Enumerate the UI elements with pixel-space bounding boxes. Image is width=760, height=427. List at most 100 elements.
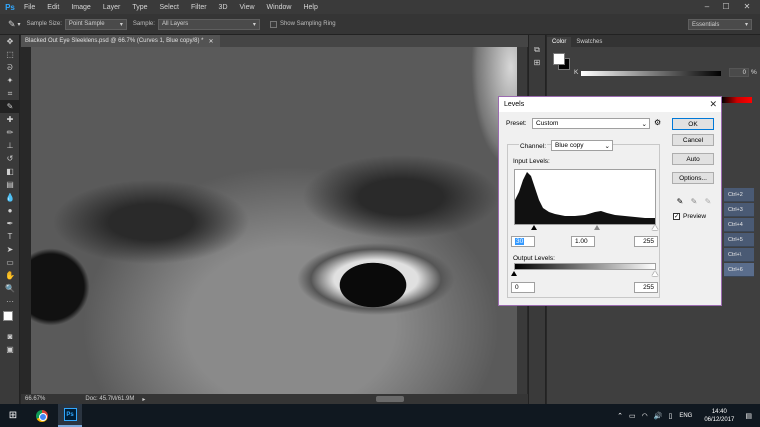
menu-filter[interactable]: Filter xyxy=(185,4,213,11)
channel-select[interactable]: Blue copy ⌄ xyxy=(551,140,613,151)
color-ramp[interactable] xyxy=(722,97,752,103)
eyedropper-tool-icon[interactable]: ✎ xyxy=(0,100,20,113)
menu-edit[interactable]: Edit xyxy=(41,4,65,11)
marquee-tool-icon[interactable]: ⬚ xyxy=(0,48,20,61)
maximize-icon[interactable]: ☐ xyxy=(719,1,733,12)
quick-mask-icon[interactable]: ◙ xyxy=(0,330,20,343)
hand-tool-icon[interactable]: ✋ xyxy=(0,269,20,282)
sample-size-value: Point Sample xyxy=(68,21,105,27)
minimize-icon[interactable]: – xyxy=(700,1,714,12)
healing-brush-tool-icon[interactable]: ✚ xyxy=(0,113,20,126)
channel-shortcut[interactable]: Ctrl+6 xyxy=(724,263,754,277)
dodge-tool-icon[interactable]: ● xyxy=(0,204,20,217)
menu-image[interactable]: Image xyxy=(65,4,96,11)
shape-tool-icon[interactable]: ▭ xyxy=(0,256,20,269)
cancel-button[interactable]: Cancel xyxy=(672,134,714,146)
path-select-tool-icon[interactable]: ➤ xyxy=(0,243,20,256)
language-indicator[interactable]: ENG xyxy=(679,413,692,419)
output-black-field[interactable]: 0 xyxy=(511,282,535,293)
menu-layer[interactable]: Layer xyxy=(97,4,127,11)
type-tool-icon[interactable]: T xyxy=(0,230,20,243)
menu-file[interactable]: File xyxy=(18,4,41,11)
close-tab-icon[interactable]: ✕ xyxy=(209,38,214,45)
battery-icon[interactable]: ▯ xyxy=(668,412,672,420)
show-sampling-ring-checkbox[interactable] xyxy=(269,20,277,28)
channel-shortcut[interactable]: Ctrl+3 xyxy=(724,203,754,217)
lasso-tool-icon[interactable]: ᘐ xyxy=(0,61,20,74)
ok-button[interactable]: OK xyxy=(672,118,714,130)
input-gamma-slider[interactable] xyxy=(594,225,600,230)
clock[interactable]: 14:40 06/12/2017 xyxy=(704,408,734,424)
preview-checkbox[interactable]: ✓ xyxy=(673,213,680,220)
input-white-slider[interactable] xyxy=(652,225,658,230)
clone-stamp-tool-icon[interactable]: ⊥ xyxy=(0,139,20,152)
zoom-tool-icon[interactable]: 🔍 xyxy=(0,282,20,295)
preset-options-gear-icon[interactable]: ⚙ xyxy=(654,118,661,127)
output-white-slider[interactable] xyxy=(652,271,658,276)
menu-3d[interactable]: 3D xyxy=(213,4,234,11)
photoshop-taskbar-button[interactable]: Ps xyxy=(58,404,82,427)
input-black-field[interactable]: 30 xyxy=(511,236,535,247)
eyedropper-icon[interactable]: ✎ xyxy=(8,19,16,30)
eraser-tool-icon[interactable]: ◧ xyxy=(0,165,20,178)
auto-button[interactable]: Auto xyxy=(672,153,714,165)
preset-select[interactable]: Custom ⌄ xyxy=(532,118,650,129)
k-slider[interactable] xyxy=(581,71,721,76)
more-tools-icon[interactable]: ··· xyxy=(0,295,20,308)
white-point-eyedropper-icon[interactable]: ✎ xyxy=(703,196,713,206)
k-value[interactable]: 0 xyxy=(729,68,749,77)
volume-icon[interactable]: 🔊 xyxy=(654,412,663,420)
panel-foreground-swatch[interactable] xyxy=(553,53,565,65)
sample-size-select[interactable]: Point Sample ▾ xyxy=(64,18,127,30)
history-brush-tool-icon[interactable]: ↺ xyxy=(0,152,20,165)
gray-point-eyedropper-icon[interactable]: ✎ xyxy=(689,196,699,206)
wifi-icon[interactable]: ◠ xyxy=(642,412,648,420)
history-icon[interactable]: ⧉ xyxy=(529,43,545,56)
sample-select[interactable]: All Layers ▾ xyxy=(157,18,260,30)
horizontal-scrollbar-thumb[interactable] xyxy=(376,396,404,402)
chevron-down-icon: ▾ xyxy=(744,22,748,28)
dialog-close-icon[interactable]: ✕ xyxy=(709,99,717,110)
blur-tool-icon[interactable]: 💧 xyxy=(0,191,20,204)
tray-chevron-icon[interactable]: ⌃ xyxy=(617,412,623,420)
foreground-color-swatch[interactable] xyxy=(3,311,13,321)
gradient-tool-icon[interactable]: ▤ xyxy=(0,178,20,191)
black-point-eyedropper-icon[interactable]: ✎ xyxy=(675,196,685,206)
channel-shortcut[interactable]: Ctrl+4 xyxy=(724,218,754,232)
input-white-field[interactable]: 255 xyxy=(634,236,658,247)
output-black-slider[interactable] xyxy=(511,271,517,276)
move-tool-icon[interactable]: ✥ xyxy=(0,35,20,48)
document-tab[interactable]: Blacked Out Eye Sleeklens.psd @ 66.7% (C… xyxy=(21,35,220,47)
quick-select-tool-icon[interactable]: ✦ xyxy=(0,74,20,87)
crop-tool-icon[interactable]: ⌗ xyxy=(0,87,20,100)
windows-start-icon[interactable]: ⊞ xyxy=(0,404,26,427)
options-button[interactable]: Options... xyxy=(672,172,714,184)
channel-shortcut[interactable]: Ctrl+2 xyxy=(724,188,754,202)
color-swatches[interactable] xyxy=(0,308,19,330)
menu-select[interactable]: Select xyxy=(154,4,185,11)
status-arrow-icon[interactable]: ▸ xyxy=(142,396,145,403)
input-black-slider[interactable] xyxy=(531,225,537,230)
channel-shortcut[interactable]: Ctrl+\ xyxy=(724,248,754,262)
chrome-taskbar-button[interactable] xyxy=(30,404,54,427)
properties-icon[interactable]: ⊞ xyxy=(529,56,545,69)
notifications-icon[interactable]: ▤ xyxy=(745,412,752,420)
menu-type[interactable]: Type xyxy=(126,4,153,11)
network-icon[interactable]: ▭ xyxy=(629,412,636,420)
input-gamma-field[interactable]: 1.00 xyxy=(571,236,595,247)
zoom-level[interactable]: 66.67% xyxy=(25,396,45,402)
close-icon[interactable]: ✕ xyxy=(740,1,754,12)
output-white-field[interactable]: 255 xyxy=(634,282,658,293)
tab-swatches[interactable]: Swatches xyxy=(571,37,607,47)
channel-shortcut[interactable]: Ctrl+5 xyxy=(724,233,754,247)
tab-color[interactable]: Color xyxy=(547,37,572,47)
workspace-select[interactable]: Essentials ▾ xyxy=(688,19,752,30)
pen-tool-icon[interactable]: ✒ xyxy=(0,217,20,230)
menu-help[interactable]: Help xyxy=(297,4,323,11)
menu-view[interactable]: View xyxy=(234,4,261,11)
brush-tool-icon[interactable]: ✏ xyxy=(0,126,20,139)
screen-mode-icon[interactable]: ▣ xyxy=(0,343,20,356)
tool-preset-chevron-icon[interactable]: ▾ xyxy=(18,21,21,28)
image-canvas[interactable] xyxy=(31,47,517,394)
menu-window[interactable]: Window xyxy=(261,4,298,11)
